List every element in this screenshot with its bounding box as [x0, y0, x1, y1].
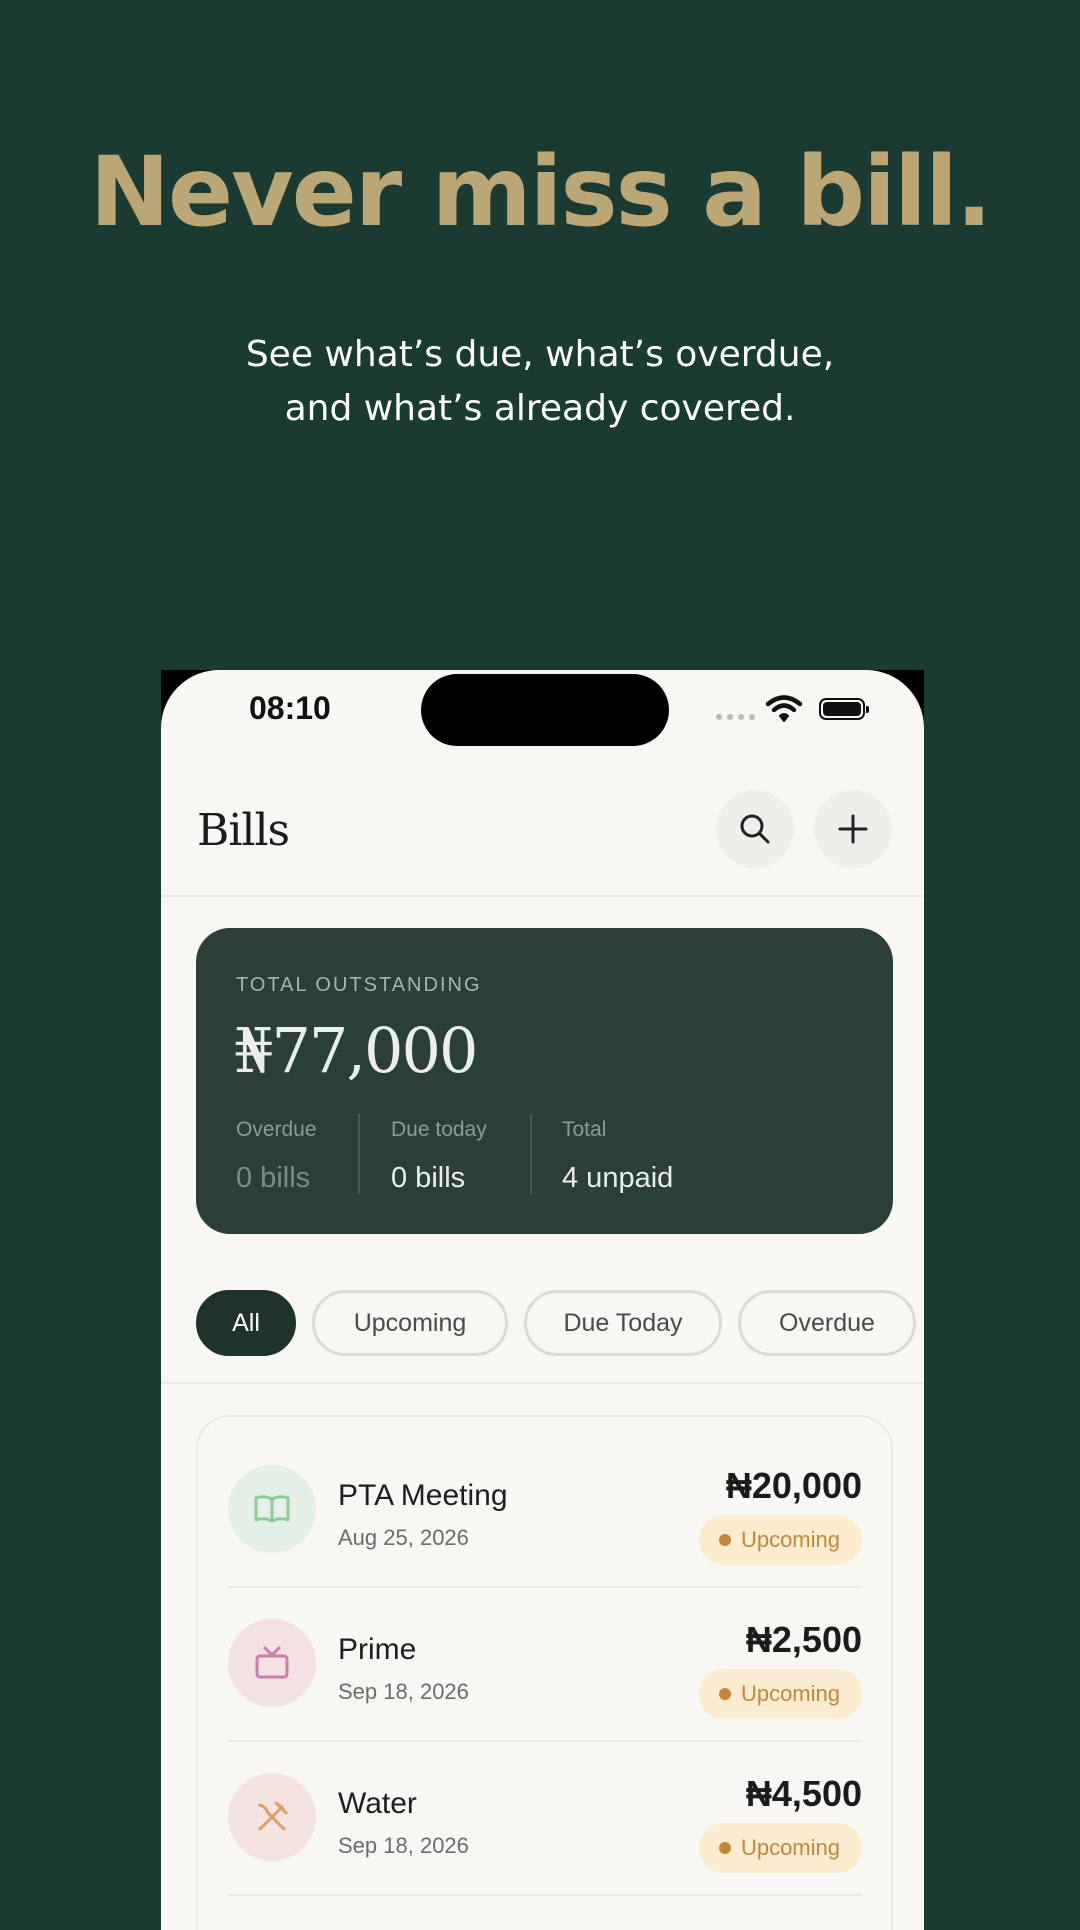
status-dot — [718, 1534, 731, 1546]
bill-date: Sep 18, 2026 — [338, 1679, 469, 1704]
hero-subline-line-2: and what’s already covered. — [284, 388, 796, 429]
phone-mockup: 08:10 Bills TOTAL OUTSTANDING ₦77,000 Ov… — [161, 670, 924, 1930]
stat-label: Overdue — [236, 1118, 317, 1141]
filter-chip-due-today[interactable]: Due Today — [524, 1290, 722, 1356]
book-icon — [254, 1495, 290, 1523]
search-button[interactable] — [716, 790, 794, 868]
hero-subline: See what’s due, what’s overdue, and what… — [0, 328, 1080, 436]
status-badge: Upcoming — [698, 1515, 862, 1565]
bill-amount: ₦4,500 — [745, 1773, 862, 1814]
add-bill-button[interactable] — [814, 790, 892, 868]
status-label: Upcoming — [740, 1835, 840, 1860]
stat-value: 0 bills — [236, 1162, 311, 1194]
bill-name: Prime — [338, 1633, 417, 1666]
status-label: Upcoming — [740, 1527, 840, 1552]
status-badge: Upcoming — [698, 1669, 862, 1719]
stat-divider — [358, 1114, 360, 1194]
filter-chips: All Upcoming Due Today Overdue — [196, 1290, 916, 1356]
hero-subline-line-1: See what’s due, what’s overdue, — [245, 334, 835, 375]
page-title: Bills — [197, 805, 290, 856]
bills-list: PTA Meeting Aug 25, 2026 ₦20,000 Upcomin… — [196, 1415, 893, 1930]
battery-icon — [819, 698, 869, 720]
bill-name: Water — [338, 1787, 417, 1820]
bill-row-water[interactable]: Water Sep 18, 2026 ₦4,500 Upcoming — [228, 1725, 862, 1879]
status-dot — [718, 1688, 731, 1700]
cellular-signal-icon — [716, 714, 755, 720]
filter-chip-upcoming[interactable]: Upcoming — [312, 1290, 508, 1356]
bill-amount: ₦20,000 — [725, 1465, 862, 1506]
dynamic-island — [421, 674, 669, 746]
hero-headline: Never miss a bill. — [89, 136, 993, 248]
stat-label: Due today — [391, 1118, 487, 1141]
filter-divider — [161, 1382, 924, 1384]
filter-chip-all[interactable]: All — [196, 1290, 296, 1356]
bill-date: Sep 18, 2026 — [338, 1833, 469, 1858]
stat-overdue: Overdue 0 bills — [236, 1118, 317, 1195]
status-dot — [718, 1842, 731, 1854]
status-time: 08:10 — [249, 690, 331, 726]
status-badge: Upcoming — [698, 1823, 862, 1873]
utensils-crossed-icon — [258, 1801, 288, 1831]
stat-divider — [530, 1114, 532, 1194]
summary-label: TOTAL OUTSTANDING — [236, 974, 482, 996]
bill-icon-badge — [228, 1465, 316, 1553]
bill-icon-badge — [228, 1773, 316, 1861]
stat-total: Total 4 unpaid — [562, 1118, 673, 1195]
status-label: Upcoming — [740, 1681, 840, 1706]
stat-value: 0 bills — [391, 1162, 466, 1194]
filter-chip-overdue[interactable]: Overdue — [738, 1290, 916, 1356]
search-icon — [740, 814, 770, 844]
plus-icon — [838, 814, 868, 844]
bill-amount: ₦2,500 — [745, 1619, 862, 1660]
summary-card: TOTAL OUTSTANDING ₦77,000 Overdue 0 bill… — [196, 928, 893, 1234]
header-divider — [161, 895, 924, 897]
stat-value: 4 unpaid — [562, 1162, 674, 1194]
stat-due-today: Due today 0 bills — [391, 1118, 487, 1195]
bill-icon-badge — [228, 1619, 316, 1707]
row-divider — [228, 1894, 862, 1896]
summary-amount: ₦77,000 — [234, 1014, 478, 1087]
stat-label: Total — [562, 1118, 607, 1141]
bill-name: PTA Meeting — [338, 1479, 508, 1512]
bill-row-prime[interactable]: Prime Sep 18, 2026 ₦2,500 Upcoming — [228, 1571, 862, 1725]
bill-date: Aug 25, 2026 — [338, 1525, 469, 1550]
wifi-icon — [765, 694, 803, 729]
app-screen: 08:10 Bills TOTAL OUTSTANDING ₦77,000 Ov… — [161, 670, 924, 1930]
tv-icon — [255, 1646, 289, 1679]
bill-row-pta-meeting[interactable]: PTA Meeting Aug 25, 2026 ₦20,000 Upcomin… — [228, 1417, 862, 1571]
